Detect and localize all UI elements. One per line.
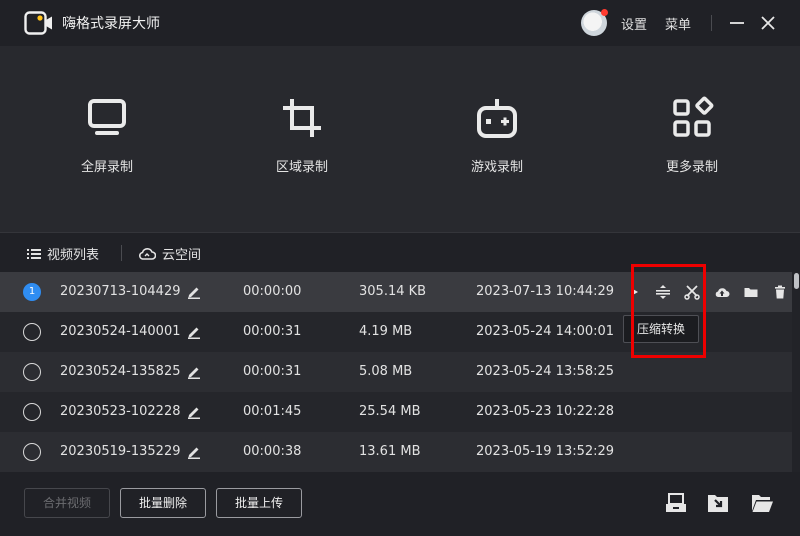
mode-label: 更多录制 (665, 160, 718, 175)
batch-delete-button[interactable]: 批量删除 (120, 488, 206, 518)
edit-icon[interactable] (187, 405, 201, 419)
cloud-icon (139, 248, 156, 260)
tab-cloud-space[interactable]: 云空间 (138, 244, 201, 263)
table-row[interactable]: 20230524-135825 00:00:31 5.08 MB 2023-05… (0, 352, 792, 392)
scrollbar-track[interactable] (792, 272, 800, 472)
edit-icon[interactable] (187, 285, 201, 299)
notification-dot (601, 9, 608, 16)
video-date: 2023-05-24 13:58:25 (476, 364, 615, 379)
monitor-icon (88, 99, 126, 135)
row-checkbox[interactable] (23, 363, 41, 381)
video-size: 4.19 MB (359, 324, 413, 339)
menu-button[interactable]: 菜单 (665, 14, 691, 33)
mode-label: 区域录制 (275, 160, 328, 175)
tab-divider (121, 245, 122, 261)
video-name: 20230523-102228 (60, 404, 181, 419)
grid-icon (673, 96, 714, 137)
video-size: 13.61 MB (359, 444, 421, 459)
avatar[interactable] (581, 9, 608, 36)
close-icon[interactable] (757, 12, 779, 34)
record-modes: 全屏录制 区域录制 游戏录制 更多录制 (0, 46, 800, 232)
gamepad-icon (477, 99, 517, 138)
video-date: 2023-05-24 14:00:01 (476, 324, 615, 339)
table-row[interactable]: 20230519-135229 00:00:38 13.61 MB 2023-0… (0, 432, 792, 472)
video-duration: 00:00:31 (243, 364, 302, 379)
region-record-button[interactable]: 区域录制 (242, 96, 362, 186)
batch-upload-button[interactable]: 批量上传 (216, 488, 302, 518)
footer-bar: 合并视频 批量删除 批量上传 (0, 472, 800, 536)
delete-icon[interactable] (772, 284, 788, 300)
title-divider (711, 15, 712, 31)
mode-label: 全屏录制 (80, 160, 133, 175)
folder-icon[interactable] (743, 284, 759, 300)
storage-icon[interactable] (664, 492, 688, 514)
row-checkbox[interactable] (23, 323, 41, 341)
video-date: 2023-07-13 10:44:29 (476, 284, 615, 299)
video-name: 20230524-135825 (60, 364, 181, 379)
crop-icon (283, 99, 321, 137)
video-duration: 00:00:38 (243, 444, 302, 459)
edit-icon[interactable] (187, 445, 201, 459)
video-name: 20230524-140001 (60, 324, 181, 339)
video-size: 25.54 MB (359, 404, 421, 419)
tab-label: 视频列表 (47, 248, 100, 263)
table-row[interactable]: 20230523-102228 00:01:45 25.54 MB 2023-0… (0, 392, 792, 432)
import-icon[interactable] (706, 492, 730, 514)
video-name: 20230713-104429 (60, 284, 181, 299)
video-date: 2023-05-19 13:52:29 (476, 444, 615, 459)
row-checkbox[interactable]: 1 (23, 283, 41, 301)
fullscreen-record-button[interactable]: 全屏录制 (47, 96, 167, 186)
game-record-button[interactable]: 游戏录制 (437, 96, 557, 186)
video-size: 305.14 KB (359, 284, 427, 299)
video-duration: 00:00:31 (243, 324, 302, 339)
mode-label: 游戏录制 (470, 160, 523, 175)
video-duration: 00:01:45 (243, 404, 302, 419)
tab-video-list[interactable]: 视频列表 (27, 244, 99, 263)
open-folder-icon[interactable] (750, 492, 774, 514)
scrollbar-thumb[interactable] (794, 273, 799, 289)
upload-cloud-icon[interactable] (714, 284, 730, 300)
edit-icon[interactable] (187, 325, 201, 339)
app-logo-icon (24, 11, 52, 35)
merge-videos-button[interactable]: 合并视频 (24, 488, 110, 518)
title-bar: 嗨格式录屏大师 设置 菜单 (0, 0, 800, 46)
app-title: 嗨格式录屏大师 (62, 16, 160, 32)
tab-label: 云空间 (162, 248, 202, 263)
settings-button[interactable]: 设置 (621, 14, 647, 33)
list-icon (27, 248, 41, 259)
edit-icon[interactable] (187, 365, 201, 379)
row-checkbox[interactable] (23, 443, 41, 461)
more-record-button[interactable]: 更多录制 (632, 96, 752, 186)
video-size: 5.08 MB (359, 364, 413, 379)
video-name: 20230519-135229 (60, 444, 181, 459)
video-date: 2023-05-23 10:22:28 (476, 404, 615, 419)
highlight-box (631, 264, 706, 358)
minimize-icon[interactable] (726, 12, 748, 34)
row-checkbox[interactable] (23, 403, 41, 421)
video-duration: 00:00:00 (243, 284, 302, 299)
